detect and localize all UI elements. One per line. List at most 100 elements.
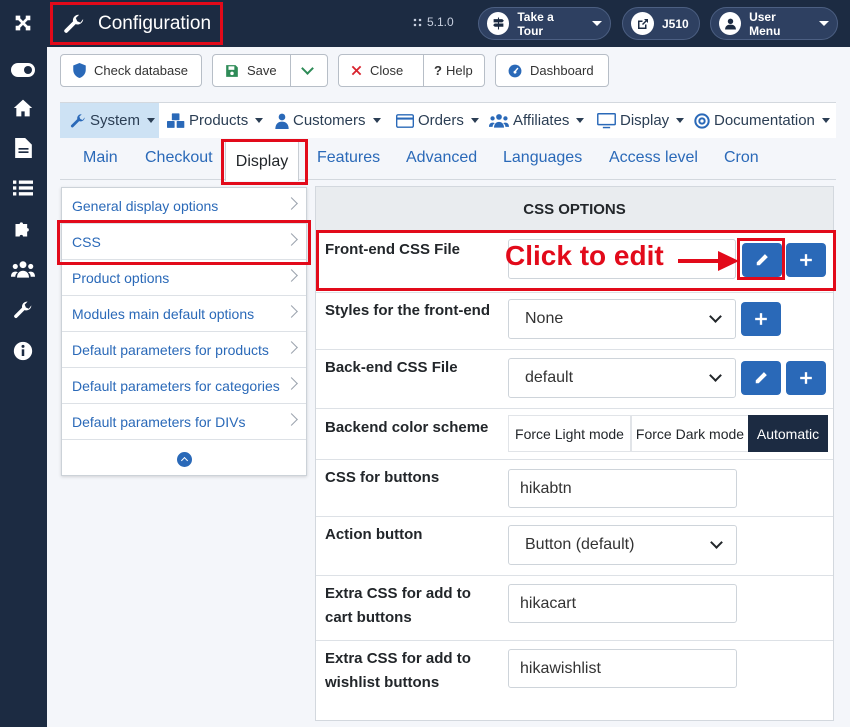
css-buttons-input[interactable]: hikabtn [508, 469, 737, 508]
red-arrow-icon [678, 251, 739, 271]
wrench-icon [70, 113, 85, 127]
close-button[interactable]: Close [339, 55, 423, 86]
chevron-right-icon [285, 413, 298, 426]
user-menu-button[interactable]: User Menu [710, 7, 838, 40]
wrench-icon[interactable] [9, 296, 37, 324]
row-backend-css: Back-end CSS File default [316, 350, 833, 409]
main-menubar: System Products Customers Orders Affilia… [60, 102, 836, 138]
dashboard-button[interactable]: Dashboard [495, 54, 609, 87]
side-item-default-categories[interactable]: Default parameters for categories [62, 368, 306, 404]
page-title: Configuration [98, 12, 212, 34]
monitor-icon [597, 112, 616, 128]
css-item-highlight [57, 220, 311, 265]
tab-features[interactable]: Features [317, 149, 380, 167]
close-help-group: Close ? Help [338, 54, 485, 87]
chevron-down-icon [710, 536, 723, 549]
document-icon[interactable] [9, 134, 37, 162]
tab-checkout[interactable]: Checkout [145, 149, 213, 167]
chevron-down-icon [709, 369, 722, 382]
tab-advanced[interactable]: Advanced [406, 149, 477, 167]
extra-cart-css-input[interactable]: hikacart [508, 584, 737, 623]
automatic-mode-option[interactable]: Automatic [748, 415, 828, 452]
site-link-button[interactable]: J510 [622, 7, 700, 40]
external-link-icon [631, 12, 654, 35]
tabs-bar: Main Checkout Features Advanced Language… [60, 140, 836, 180]
edit-button-highlight [737, 238, 785, 280]
chevron-right-icon [285, 377, 298, 390]
row-frontend-styles: Styles for the front-end None [316, 293, 833, 350]
row-extra-wishlist: Extra CSS for add to wishlist buttons hik… [316, 641, 833, 707]
menu-documentation[interactable]: Documentation [694, 103, 830, 138]
menu-affiliates[interactable]: Affiliates [489, 103, 585, 138]
pencil-icon [755, 372, 767, 384]
shield-icon [73, 63, 86, 78]
extra-wishlist-css-input[interactable]: hikawishlist [508, 649, 737, 688]
home-icon[interactable] [9, 94, 37, 122]
chevron-down-icon [819, 21, 829, 26]
side-item-default-divs[interactable]: Default parameters for DIVs [62, 404, 306, 440]
left-rail [0, 0, 47, 727]
menu-orders[interactable]: Orders [396, 103, 479, 138]
row-extra-cart: Extra CSS for add to cart buttons hikacar… [316, 576, 833, 641]
click-to-edit-annotation: Click to edit [505, 240, 664, 271]
save-button-group: Save [212, 54, 328, 87]
menu-customers[interactable]: Customers [275, 103, 381, 138]
user-icon [275, 113, 289, 129]
action-button-select[interactable]: Button (default) [508, 525, 737, 565]
tab-access-level[interactable]: Access level [609, 149, 698, 167]
puzzle-icon[interactable] [9, 215, 37, 243]
life-ring-icon [694, 112, 710, 129]
plus-icon [800, 372, 812, 384]
joomla-logo-icon[interactable] [9, 9, 37, 37]
row-action-button: Action button Button (default) [316, 517, 833, 576]
cubes-icon [167, 112, 185, 128]
save-button[interactable]: Save [213, 55, 290, 86]
row-color-scheme: Backend color scheme Force Light mode Fo… [316, 409, 833, 460]
chevron-down-icon [301, 62, 314, 75]
chevron-right-icon [285, 269, 298, 282]
wrench-icon [64, 14, 84, 33]
tab-main[interactable]: Main [83, 149, 118, 167]
collapse-up-icon[interactable] [177, 452, 192, 467]
force-light-mode-option[interactable]: Force Light mode [508, 415, 631, 452]
display-tab-highlight [221, 139, 308, 185]
users-icon [489, 114, 509, 128]
frontend-styles-select[interactable]: None [508, 299, 736, 339]
joomla-version: 5.1.0 [412, 15, 454, 29]
signpost-icon [487, 12, 510, 35]
floppy-disk-icon [226, 64, 238, 77]
row-css-buttons: CSS for buttons hikabtn [316, 460, 833, 517]
save-dropdown-toggle[interactable] [291, 55, 324, 86]
backend-css-select[interactable]: default [508, 358, 736, 398]
edit-backend-css-button[interactable] [741, 361, 781, 395]
side-item-modules-defaults[interactable]: Modules main default options [62, 296, 306, 332]
panel-title: CSS OPTIONS [316, 187, 833, 233]
dashboard-gauge-icon [508, 64, 522, 77]
menu-system[interactable]: System [60, 103, 159, 138]
side-item-general-display[interactable]: General display options [62, 188, 306, 224]
menu-products[interactable]: Products [167, 103, 264, 138]
joomla-small-icon [413, 18, 422, 26]
take-tour-button[interactable]: Take a Tour [478, 7, 611, 40]
menu-display[interactable]: Display [597, 103, 685, 138]
help-button[interactable]: ? Help [424, 55, 483, 86]
chevron-right-icon [285, 341, 298, 354]
side-item-product-options[interactable]: Product options [62, 260, 306, 296]
side-item-default-products[interactable]: Default parameters for products [62, 332, 306, 368]
tab-cron[interactable]: Cron [724, 149, 759, 167]
tab-languages[interactable]: Languages [503, 149, 582, 167]
info-icon[interactable] [9, 337, 37, 365]
add-frontend-style-button[interactable] [741, 302, 781, 336]
chevron-down-icon [592, 21, 602, 26]
question-icon: ? [434, 63, 442, 78]
list-icon[interactable] [9, 174, 37, 202]
force-dark-mode-option[interactable]: Force Dark mode [631, 415, 749, 452]
check-database-button[interactable]: Check database [60, 54, 202, 87]
chevron-down-icon [709, 310, 722, 323]
page-title-highlight: Configuration [50, 2, 223, 45]
toggle-menu-icon[interactable] [9, 56, 37, 84]
users-icon[interactable] [9, 255, 37, 283]
add-backend-css-button[interactable] [786, 361, 826, 395]
chevron-right-icon [285, 305, 298, 318]
top-header: Configuration 5.1.0 Take a Tour J510 Use… [47, 0, 850, 47]
